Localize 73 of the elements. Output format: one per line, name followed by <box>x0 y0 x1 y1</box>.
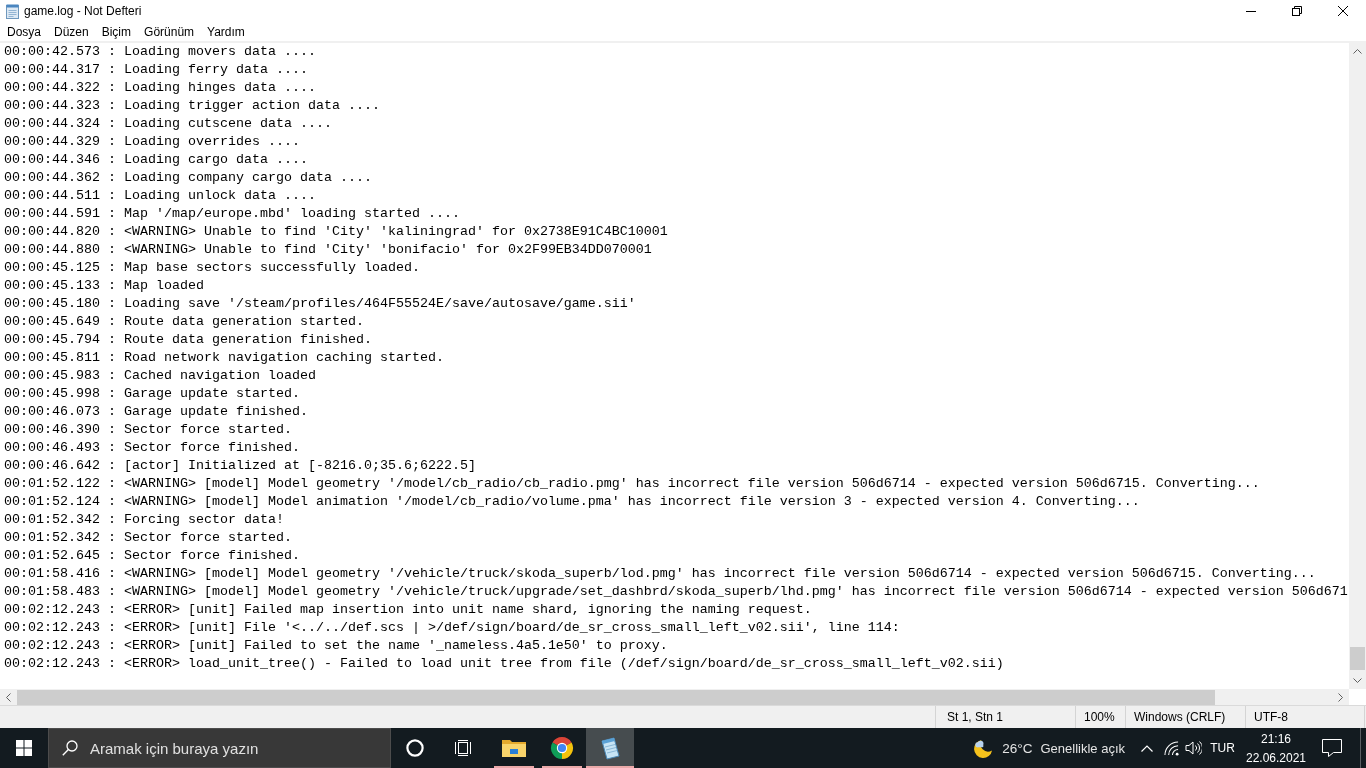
chevron-left-icon[interactable] <box>6 692 11 702</box>
folder-icon <box>502 738 526 758</box>
language-indicator[interactable]: TUR <box>1210 741 1235 755</box>
minimize-icon <box>1246 10 1256 12</box>
notepad-icon <box>6 3 19 19</box>
cursor-position: St 1, Stn 1 <box>947 710 1004 724</box>
log-line: 00:00:46.390 : Sector force started. <box>4 421 292 439</box>
restore-icon <box>1292 6 1302 16</box>
notification-icon[interactable] <box>1322 739 1342 757</box>
log-line: 00:00:45.133 : Map loaded <box>4 277 204 295</box>
log-line: 00:00:42.573 : Loading movers data .... <box>4 43 316 61</box>
menu-item[interactable]: Biçim <box>95 22 138 41</box>
log-line: 00:02:12.243 : <ERROR> [unit] File '<../../def.scs | >/def/sign/board/de_sr_cross_small_left_v02.sii', line 114: <box>4 619 900 637</box>
log-line: 00:01:52.342 : Sector force started. <box>4 529 292 547</box>
menu-item[interactable]: Görünüm <box>138 22 201 41</box>
chrome-icon <box>550 736 574 760</box>
log-line: 00:00:44.511 : Loading unlock data .... <box>4 187 316 205</box>
log-line: 00:00:44.323 : Loading trigger action data .... <box>4 97 380 115</box>
log-line: 00:00:44.880 : <WARNING> Unable to find 'City' 'bonifacio' for 0x2F99EB34DD070001 <box>4 241 652 259</box>
search-field[interactable]: Aramak için buraya yazın <box>90 729 390 767</box>
log-line: 00:00:45.794 : Route data generation finished. <box>4 331 372 349</box>
log-line: 00:00:44.346 : Loading cargo data .... <box>4 151 308 169</box>
log-line: 00:00:46.642 : [actor] Initialized at [-8216.0;35.6;6222.5] <box>4 457 476 475</box>
speaker-icon[interactable] <box>1184 740 1202 756</box>
log-line: 00:01:52.645 : Sector force finished. <box>4 547 300 565</box>
menu-item[interactable]: Yardım <box>201 22 251 41</box>
log-line: 00:00:44.322 : Loading hinges data .... <box>4 79 316 97</box>
log-line: 00:00:46.073 : Garage update finished. <box>4 403 308 421</box>
log-line: 00:00:44.317 : Loading ferry data .... <box>4 61 308 79</box>
log-line: 00:01:52.124 : <WARNING> [model] Model animation '/model/cb_radio/volume.pma' has incorrect file version 3 - expected version 4. Converting... <box>4 493 1140 511</box>
menu-item[interactable]: Düzen <box>48 22 95 41</box>
log-line: 00:00:45.811 : Road network navigation caching started. <box>4 349 444 367</box>
clock-time[interactable]: 21:16 <box>1261 731 1291 746</box>
task-view-icon <box>454 739 472 757</box>
encoding: UTF-8 <box>1254 710 1288 724</box>
log-line: 00:00:44.362 : Loading company cargo data .... <box>4 169 372 187</box>
log-line: 00:00:45.125 : Map base sectors successfully loaded. <box>4 259 420 277</box>
menu-item[interactable]: Dosya <box>1 22 47 41</box>
log-line: 00:00:45.180 : Loading save '/steam/profiles/464F55524E/save/autosave/game.sii' <box>4 295 636 313</box>
log-line: 00:01:58.416 : <WARNING> [model] Model geometry '/vehicle/truck/skoda_superb/lod.pmg' has incorrect file version 506d6714 - expected version 506d6715. Converting... <box>4 565 1316 583</box>
weather-temperature[interactable]: 26°C <box>1002 740 1033 756</box>
zoom-level: 100% <box>1084 710 1115 724</box>
window-title: game.log - Not Defteri <box>24 4 142 18</box>
notepad-button[interactable] <box>586 728 634 768</box>
log-line: 00:00:44.329 : Loading overrides .... <box>4 133 300 151</box>
log-line: 00:02:12.243 : <ERROR> load_unit_tree() - Failed to load unit tree from file (/def/sign/board/de_sr_cross_small_left_v02.sii) <box>4 655 1004 673</box>
log-line: 00:00:44.820 : <WARNING> Unable to find 'City' 'kaliningrad' for 0x2738E91C4BC10001 <box>4 223 668 241</box>
weather-condition[interactable]: Genellikle açık <box>1040 740 1125 756</box>
close-icon <box>1338 6 1348 16</box>
wifi-icon[interactable] <box>1163 740 1179 756</box>
windows-logo-icon <box>16 740 32 756</box>
ring-icon <box>406 739 424 757</box>
log-line: 00:02:12.243 : <ERROR> [unit] Failed map insertion into unit name shard, ignoring the naming request. <box>4 601 812 619</box>
log-line: 00:00:44.324 : Loading cutscene data .... <box>4 115 332 133</box>
log-line: 00:00:45.998 : Garage update started. <box>4 385 300 403</box>
vertical-scrollbar[interactable] <box>1349 43 1366 689</box>
log-line: 00:00:44.591 : Map '/map/europe.mbd' loading started .... <box>4 205 460 223</box>
chevron-down-icon[interactable] <box>1353 678 1362 683</box>
log-line: 00:00:45.649 : Route data generation started. <box>4 313 364 331</box>
line-ending: Windows (CRLF) <box>1134 710 1226 724</box>
log-line: 00:01:52.342 : Forcing sector data! <box>4 511 284 529</box>
log-line: 00:00:46.493 : Sector force finished. <box>4 439 300 457</box>
log-line: 00:01:52.122 : <WARNING> [model] Model geometry '/model/cb_radio/cb_radio.pmg' has incorrect file version 506d6714 - expected version 506d6715. Converting... <box>4 475 1260 493</box>
scrollbar-thumb[interactable] <box>1350 647 1365 670</box>
search-bar[interactable]: Aramak için buraya yazın <box>48 728 391 768</box>
search-icon <box>62 740 78 756</box>
chevron-right-icon[interactable] <box>1338 692 1343 702</box>
notepad-icon <box>598 736 622 760</box>
log-line: 00:00:45.983 : Cached navigation loaded <box>4 367 316 385</box>
clock-date[interactable]: 22.06.2021 <box>1245 750 1307 765</box>
log-line: 00:02:12.243 : <ERROR> [unit] Failed to set the name '_nameless.4a5.1e50' to proxy. <box>4 637 668 655</box>
log-line: 00:01:58.483 : <WARNING> [model] Model geometry '/vehicle/truck/upgrade/set_dashbrd/skoda_superb/lhd.pmg' has incorrect file version 506d6714 - expected version 506d671 <box>4 583 1348 601</box>
moon-cloud-icon[interactable] <box>972 737 994 759</box>
